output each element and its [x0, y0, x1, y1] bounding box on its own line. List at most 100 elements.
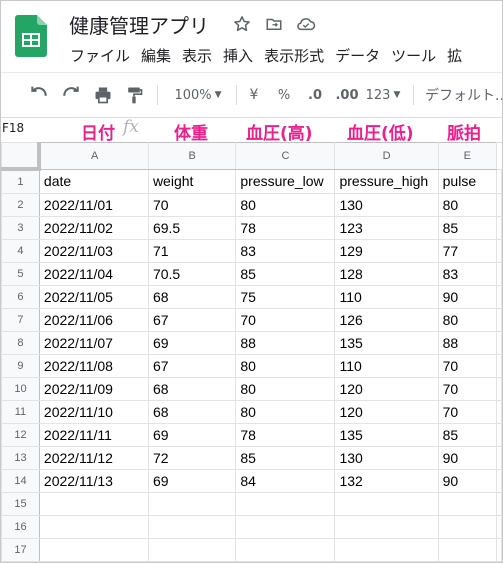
cell[interactable]: 85	[235, 262, 336, 286]
cell[interactable]	[496, 262, 502, 286]
cell[interactable]: 85	[437, 423, 498, 447]
column-header-e[interactable]: E	[437, 142, 498, 170]
cell[interactable]: 72	[147, 446, 237, 470]
cell[interactable]: pressure_high	[334, 168, 439, 194]
column-header-c[interactable]: C	[235, 142, 336, 170]
move-to-folder-icon[interactable]	[263, 13, 285, 35]
row-header[interactable]: 9	[1, 354, 40, 378]
cell[interactable]	[496, 423, 502, 447]
cell[interactable]	[496, 492, 502, 516]
cell[interactable]: 2022/11/03	[38, 239, 149, 263]
currency-format-button[interactable]: ¥	[245, 83, 263, 107]
cell[interactable]: 83	[235, 239, 336, 263]
cell[interactable]: 80	[235, 193, 336, 217]
menu-extensions[interactable]: 拡	[447, 45, 462, 66]
row-header[interactable]: 14	[1, 469, 40, 493]
row-header[interactable]: 3	[1, 216, 40, 240]
cell[interactable]: 68	[147, 400, 237, 424]
cell[interactable]: 2022/11/06	[38, 308, 149, 332]
cell[interactable]	[334, 492, 439, 516]
cell[interactable]	[38, 538, 149, 562]
row-header[interactable]: 15	[1, 492, 40, 516]
row-header[interactable]: 1	[1, 168, 40, 194]
cell[interactable]: 2022/11/08	[38, 354, 149, 378]
cell[interactable]: 128	[334, 262, 439, 286]
cell[interactable]: 67	[147, 308, 237, 332]
row-header[interactable]: 11	[1, 400, 40, 424]
cell[interactable]: 90	[437, 469, 498, 493]
row-header[interactable]: 2	[1, 193, 40, 217]
cell[interactable]: 90	[437, 285, 498, 309]
cell[interactable]: 70	[437, 354, 498, 378]
cell[interactable]	[147, 492, 237, 516]
cell[interactable]: 78	[235, 423, 336, 447]
cell[interactable]: 2022/11/12	[38, 446, 149, 470]
star-icon[interactable]	[231, 13, 253, 35]
row-header[interactable]: 16	[1, 515, 40, 539]
cell[interactable]	[235, 492, 336, 516]
cell[interactable]: 2022/11/02	[38, 216, 149, 240]
cell[interactable]: 71	[147, 239, 237, 263]
cell[interactable]	[496, 446, 502, 470]
sheets-logo-icon[interactable]	[15, 15, 47, 57]
document-title[interactable]: 健康管理アプリ	[69, 10, 209, 39]
print-icon[interactable]	[91, 83, 115, 107]
cell[interactable]	[496, 168, 502, 194]
row-header[interactable]: 10	[1, 377, 40, 401]
cell[interactable]: 70.5	[147, 262, 237, 286]
select-all-corner[interactable]	[1, 142, 42, 171]
cell[interactable]: date	[38, 168, 149, 194]
cell[interactable]	[147, 538, 237, 562]
cell[interactable]	[38, 515, 149, 539]
cell[interactable]: 69.5	[147, 216, 237, 240]
cell[interactable]: 110	[334, 285, 439, 309]
menu-file[interactable]: ファイル	[70, 45, 130, 66]
cell[interactable]: 83	[437, 262, 498, 286]
column-header-d[interactable]: D	[334, 142, 439, 170]
cell[interactable]	[235, 515, 336, 539]
cell[interactable]: 85	[235, 446, 336, 470]
redo-icon[interactable]	[59, 83, 83, 107]
name-box[interactable]: F18	[2, 121, 24, 135]
cell[interactable]: 80	[437, 308, 498, 332]
cell[interactable]: 77	[437, 239, 498, 263]
menu-tools[interactable]: ツール	[391, 45, 436, 66]
cell[interactable]: pulse	[437, 168, 498, 194]
cell[interactable]	[496, 377, 502, 401]
cell[interactable]: 69	[147, 469, 237, 493]
cell[interactable]: 75	[235, 285, 336, 309]
cell[interactable]: 80	[235, 400, 336, 424]
cell[interactable]: 130	[334, 446, 439, 470]
increase-decimal-button[interactable]: .00	[334, 83, 360, 107]
cell[interactable]: 2022/11/10	[38, 400, 149, 424]
cell[interactable]: 68	[147, 285, 237, 309]
cell[interactable]: 69	[147, 423, 237, 447]
cell[interactable]	[496, 216, 502, 240]
cell[interactable]	[334, 515, 439, 539]
cell[interactable]: 78	[235, 216, 336, 240]
undo-icon[interactable]	[27, 83, 51, 107]
cell[interactable]: 135	[334, 331, 439, 355]
zoom-select[interactable]: 100% ▼	[167, 83, 229, 107]
cell[interactable]	[496, 193, 502, 217]
row-header[interactable]: 12	[1, 423, 40, 447]
row-header[interactable]: 17	[1, 538, 40, 562]
row-header[interactable]: 4	[1, 239, 40, 263]
cell[interactable]	[496, 285, 502, 309]
cell[interactable]	[496, 400, 502, 424]
cell[interactable]: 80	[235, 377, 336, 401]
menu-insert[interactable]: 挿入	[223, 45, 253, 66]
cell[interactable]: weight	[147, 168, 237, 194]
font-select[interactable]: デフォルト...	[425, 83, 502, 107]
row-header[interactable]: 6	[1, 285, 40, 309]
cell[interactable]: 126	[334, 308, 439, 332]
cell[interactable]: 120	[334, 400, 439, 424]
column-header-a[interactable]: A	[38, 142, 149, 170]
menu-format[interactable]: 表示形式	[264, 45, 324, 66]
decrease-decimal-button[interactable]: .0	[303, 83, 327, 107]
cell[interactable]	[496, 239, 502, 263]
cell[interactable]: 135	[334, 423, 439, 447]
cell[interactable]: 88	[437, 331, 498, 355]
cell[interactable]	[437, 515, 498, 539]
cell[interactable]: 123	[334, 216, 439, 240]
